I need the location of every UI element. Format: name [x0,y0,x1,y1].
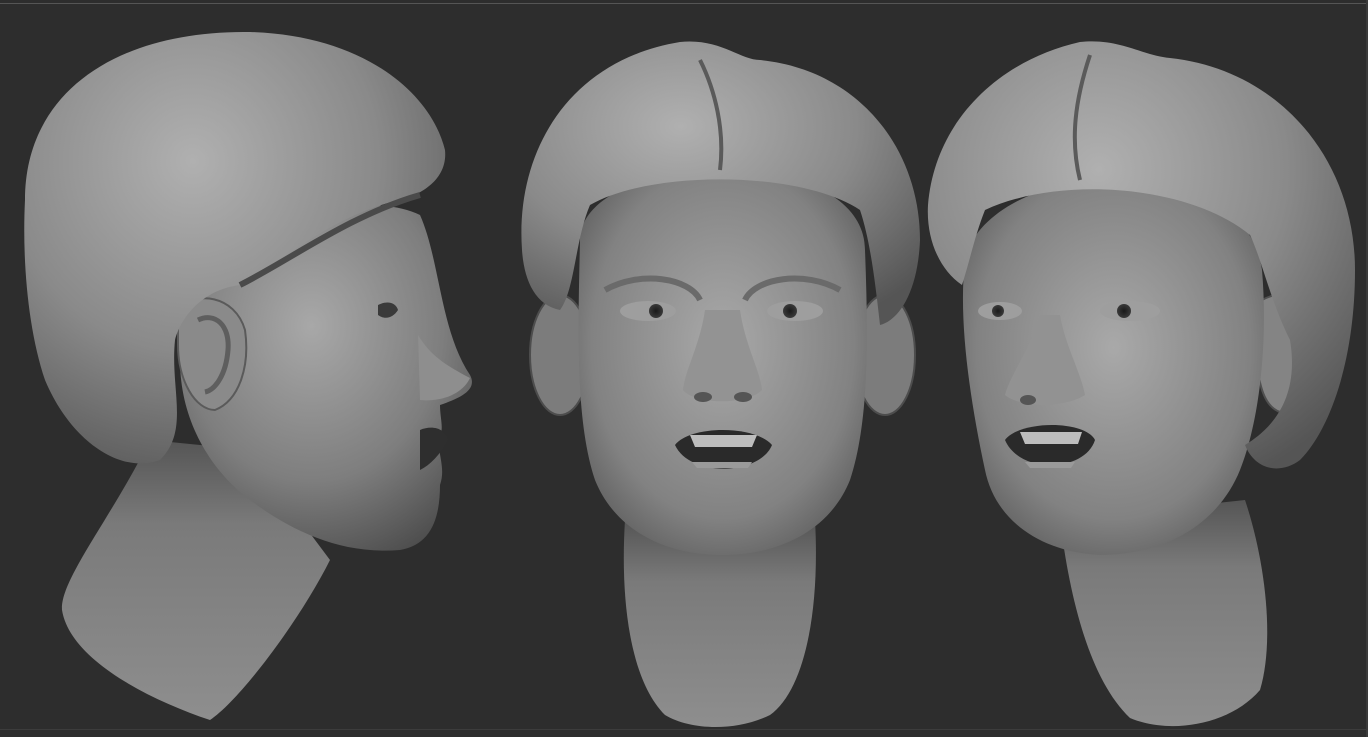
head-three-quarter-view [927,41,1355,727]
head-profile-view [24,31,472,720]
sculpt-viewport[interactable] [0,0,1368,737]
sculpt-render [24,31,1355,728]
head-front-view [521,41,920,728]
